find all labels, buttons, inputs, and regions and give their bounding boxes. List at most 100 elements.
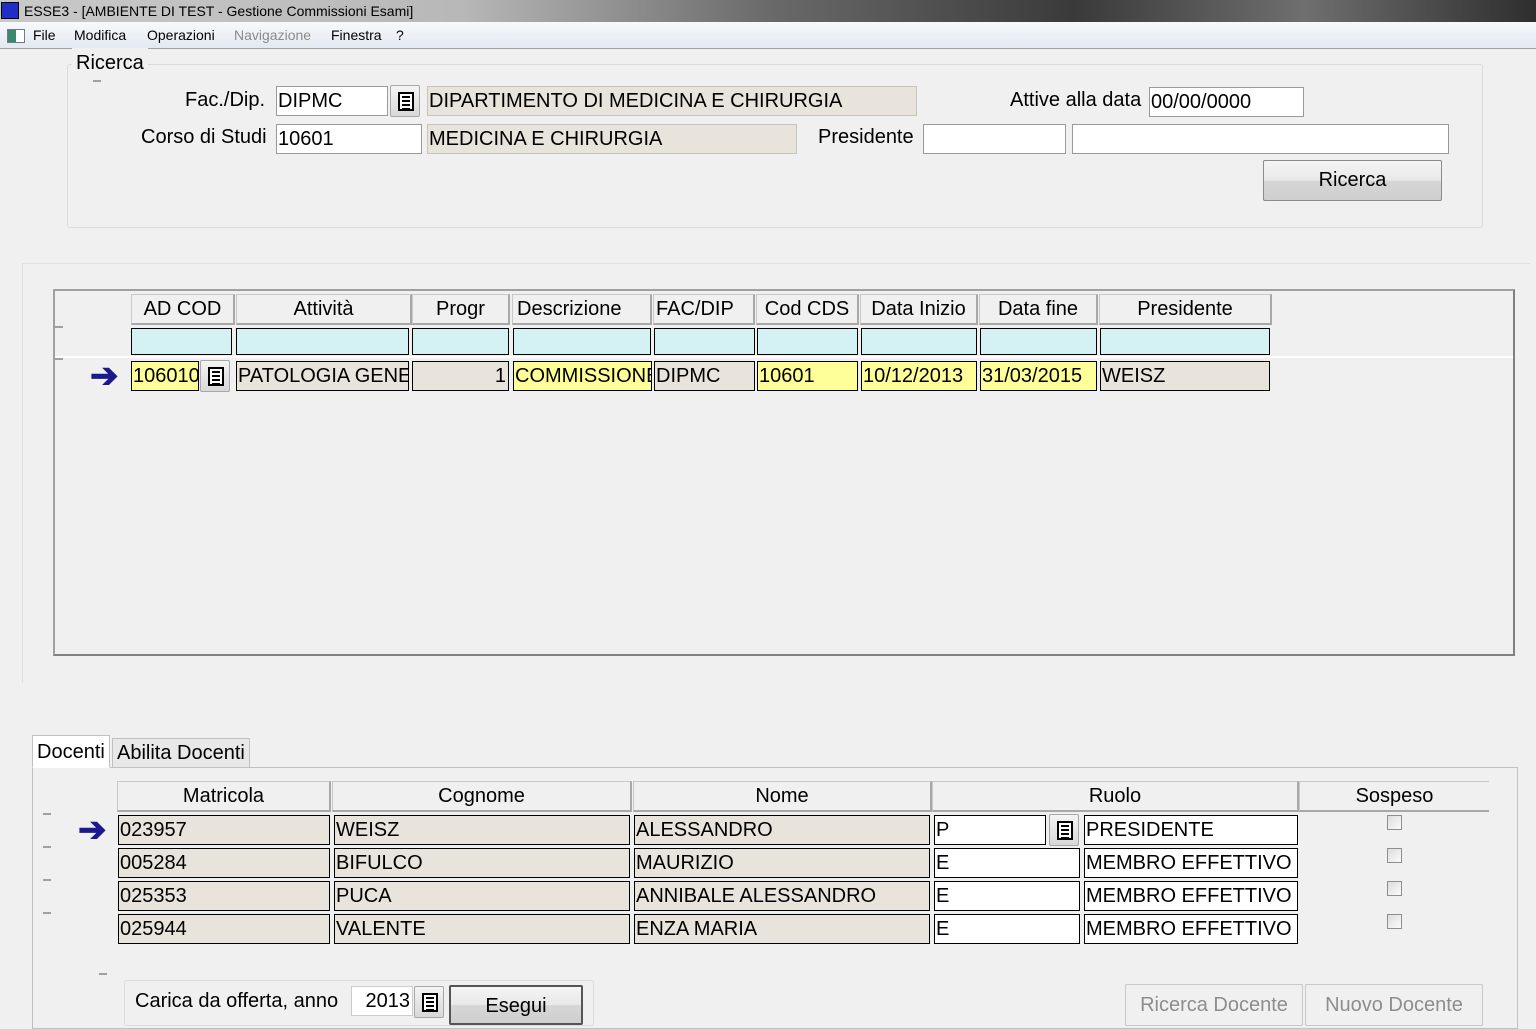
cell-fac-dip[interactable]: DIPMC (654, 361, 755, 391)
window-menu-icon[interactable] (7, 29, 25, 43)
search-group-label: Ricerca (72, 48, 148, 78)
col-descrizione[interactable]: Descrizione (512, 294, 652, 325)
filter-descrizione[interactable] (513, 328, 651, 355)
cell-nome[interactable]: ALESSANDRO (634, 815, 930, 845)
presidente-label: Presidente (818, 126, 914, 148)
cell-ruolo-cod[interactable]: P (934, 815, 1046, 845)
col-data-fine[interactable]: Data fine (979, 294, 1098, 325)
anno-input[interactable]: 2013 (351, 986, 413, 1016)
col-matricola[interactable]: Matricola (117, 781, 331, 812)
cell-data-inizio[interactable]: 10/12/2013 (861, 361, 977, 391)
cell-presidente[interactable]: WEISZ (1100, 361, 1270, 391)
esegui-button[interactable]: Esegui (449, 985, 583, 1025)
filter-progr[interactable] (412, 328, 509, 355)
ad-cod-lookup-button[interactable] (200, 360, 230, 392)
tab-docenti[interactable]: Docenti (32, 735, 110, 768)
cell-data-fine[interactable]: 31/03/2015 (980, 361, 1097, 391)
cell-progr[interactable]: 1 (412, 361, 509, 391)
cell-ruolo-cod[interactable]: E (934, 848, 1080, 878)
filter-fac-dip[interactable] (654, 328, 755, 355)
menu-finestra[interactable]: Finestra (331, 22, 382, 49)
record-indicator (93, 80, 101, 82)
filter-ad-cod[interactable] (131, 328, 232, 355)
filter-presidente[interactable] (1100, 328, 1270, 355)
cell-nome[interactable]: ANNIBALE ALESSANDRO (634, 881, 930, 911)
presidente-description[interactable] (1072, 124, 1449, 154)
menu-help[interactable]: ? (396, 22, 404, 49)
sospeso-checkbox[interactable] (1387, 914, 1402, 929)
col-presidente[interactable]: Presidente (1099, 294, 1272, 325)
ricerca-docente-button[interactable]: Ricerca Docente (1125, 984, 1303, 1026)
col-data-inizio[interactable]: Data Inizio (860, 294, 978, 325)
cell-ruolo-desc[interactable]: MEMBRO EFFETTIVO (1084, 914, 1298, 944)
sospeso-checkbox[interactable] (1387, 848, 1402, 863)
cell-nome[interactable]: ENZA MARIA (634, 914, 930, 944)
col-nome[interactable]: Nome (633, 781, 932, 812)
list-icon (422, 993, 438, 1012)
col-ad-cod[interactable]: AD COD (131, 294, 235, 325)
cell-ruolo-desc[interactable]: PRESIDENTE (1084, 815, 1298, 845)
record-indicator (43, 813, 51, 815)
cell-cognome[interactable]: WEISZ (334, 815, 630, 845)
menu-operazioni[interactable]: Operazioni (147, 22, 215, 49)
cds-input[interactable]: 10601 (276, 124, 422, 154)
cell-attivita[interactable]: PATOLOGIA GENE (236, 361, 409, 391)
cell-ruolo-desc[interactable]: MEMBRO EFFETTIVO (1084, 881, 1298, 911)
app-icon (1, 2, 19, 19)
col-cod-cds[interactable]: Cod CDS (756, 294, 859, 325)
fac-description: DIPARTIMENTO DI MEDICINA E CHIRURGIA (427, 86, 917, 116)
tab-abilita-docenti[interactable]: Abilita Docenti (112, 738, 250, 767)
presidente-input[interactable] (923, 124, 1066, 154)
col-fac-dip[interactable]: FAC/DIP (653, 294, 755, 325)
carica-label: Carica da offerta, anno (135, 990, 339, 1012)
cell-ruolo-cod[interactable]: E (934, 914, 1080, 944)
fac-input[interactable]: DIPMC (276, 86, 388, 116)
ruolo-lookup-button[interactable] (1049, 814, 1079, 846)
cell-matricola[interactable]: 025353 (118, 881, 330, 911)
cell-cognome[interactable]: BIFULCO (334, 848, 630, 878)
filter-data-fine[interactable] (980, 328, 1097, 355)
cds-description: MEDICINA E CHIRURGIA (427, 124, 797, 154)
anno-lookup-button[interactable] (414, 986, 444, 1018)
current-row-arrow-icon: ➔ (90, 357, 119, 395)
sospeso-checkbox[interactable] (1387, 881, 1402, 896)
cell-ruolo-cod[interactable]: E (934, 881, 1080, 911)
menu-modifica[interactable]: Modifica (74, 22, 126, 49)
cell-ruolo-desc[interactable]: MEMBRO EFFETTIVO (1084, 848, 1298, 878)
cell-matricola[interactable]: 025944 (118, 914, 330, 944)
date-label: Attive alla data (1010, 89, 1142, 111)
col-cognome[interactable]: Cognome (332, 781, 632, 812)
ricerca-button[interactable]: Ricerca (1263, 160, 1442, 201)
date-input[interactable]: 00/00/0000 (1149, 87, 1304, 117)
fac-lookup-button[interactable] (390, 85, 420, 117)
window-title: ESSE3 - [AMBIENTE DI TEST - Gestione Com… (24, 3, 414, 19)
record-indicator (43, 879, 51, 881)
list-icon (1057, 821, 1073, 840)
menu-bar: File Modifica Operazioni Navigazione Fin… (0, 22, 1536, 49)
cell-cognome[interactable]: PUCA (334, 881, 630, 911)
col-sospeso[interactable]: Sospeso (1299, 781, 1489, 812)
col-ruolo[interactable]: Ruolo (932, 781, 1299, 812)
cell-matricola[interactable]: 023957 (118, 815, 330, 845)
cell-matricola[interactable]: 005284 (118, 848, 330, 878)
col-attivita[interactable]: Attività (236, 294, 412, 325)
record-indicator (55, 326, 63, 328)
cds-label: Corso di Studi (141, 126, 267, 148)
sospeso-checkbox[interactable] (1387, 815, 1402, 830)
current-row-arrow-icon: ➔ (78, 811, 107, 849)
filter-attivita[interactable] (236, 328, 409, 355)
menu-file[interactable]: File (33, 22, 56, 49)
title-bar: ESSE3 - [AMBIENTE DI TEST - Gestione Com… (0, 0, 1536, 22)
col-progr[interactable]: Progr (412, 294, 510, 325)
menu-navigazione[interactable]: Navigazione (234, 22, 311, 49)
filter-cod-cds[interactable] (757, 328, 858, 355)
cell-cod-cds[interactable]: 10601 (757, 361, 858, 391)
cell-nome[interactable]: MAURIZIO (634, 848, 930, 878)
grid-separator (55, 356, 1513, 358)
record-indicator (43, 912, 51, 914)
cell-ad-cod[interactable]: 106010 (131, 361, 199, 391)
cell-descrizione[interactable]: COMMISSIONE (513, 361, 652, 391)
nuovo-docente-button[interactable]: Nuovo Docente (1305, 984, 1483, 1026)
cell-cognome[interactable]: VALENTE (334, 914, 630, 944)
filter-data-inizio[interactable] (861, 328, 977, 355)
